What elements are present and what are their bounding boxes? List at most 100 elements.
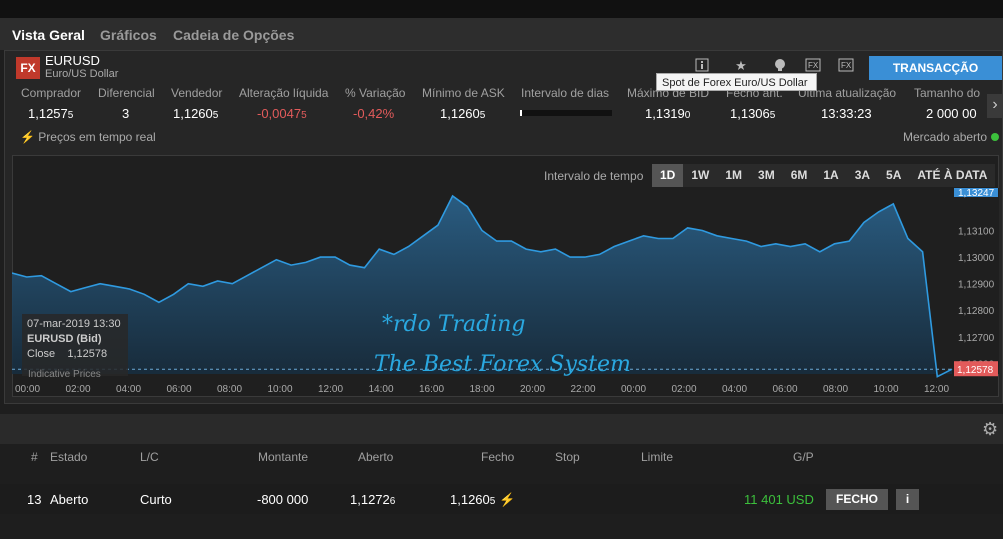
pos-header-side: L/C: [140, 450, 159, 464]
fx-alt-icon[interactable]: FX: [838, 58, 854, 74]
pos-header-open: Aberto: [358, 450, 394, 464]
close-position-button[interactable]: FECHO: [826, 489, 888, 510]
max-bid-value: 1,13190: [645, 106, 691, 121]
pos-side: Curto: [140, 492, 172, 507]
position-info-button[interactable]: i: [896, 489, 919, 510]
prev-close-value: 1,13065: [730, 106, 776, 121]
pos-header-close: Fecho: [481, 450, 515, 464]
interval-1w[interactable]: 1W: [683, 164, 718, 187]
watermark-line-2: The Best Forex System: [374, 352, 631, 377]
tab-options-chain[interactable]: Cadeia de Opções: [173, 27, 294, 43]
transaction-button[interactable]: TRANSACÇÃO: [869, 56, 1002, 80]
last-update-value: 13:33:23: [821, 106, 872, 121]
pos-amount: -800 000: [257, 492, 309, 507]
spread-value: 3: [122, 106, 130, 121]
quote-header-bid: Comprador: [21, 86, 82, 100]
x-tick-label: 12:00: [318, 384, 343, 395]
interval-1m[interactable]: 1M: [717, 164, 751, 187]
instrument-symbol: EURUSD: [45, 53, 100, 68]
instrument-description: Euro/US Dollar: [45, 68, 119, 80]
x-tick-label: 02:00: [66, 384, 91, 395]
top-price-label: 1,13247: [958, 188, 995, 199]
realtime-status: ⚡ Preços em tempo real: [20, 130, 156, 144]
x-tick-label: 04:00: [722, 384, 747, 395]
hover-info-box: 07-mar-2019 13:30 EURUSD (Bid) Close 1,1…: [22, 314, 128, 376]
x-tick-label: 14:00: [369, 384, 394, 395]
svg-text:FX: FX: [841, 61, 852, 70]
interval-3m[interactable]: 3M: [750, 164, 783, 187]
bolt-icon: ⚡: [498, 492, 516, 507]
x-tick-label: 04:00: [116, 384, 141, 395]
top-strip: [0, 0, 1003, 18]
y-tick-label: 1,13100: [958, 227, 995, 238]
quote-header-pct-change: % Variação: [345, 86, 406, 100]
interval-label: Intervalo de tempo: [544, 169, 644, 183]
pct-change-value: -0,42%: [353, 106, 395, 121]
market-status: Mercado aberto: [903, 130, 1000, 144]
x-tick-label: 06:00: [773, 384, 798, 395]
chevron-right-icon[interactable]: ›: [987, 94, 1003, 118]
quote-header-size: Tamanho do: [914, 86, 981, 100]
interval-3a[interactable]: 3A: [846, 164, 879, 187]
x-tick-label: 12:00: [924, 384, 949, 395]
tab-charts[interactable]: Gráficos: [100, 27, 157, 43]
interval-ytd[interactable]: ATÉ À DATA: [909, 164, 996, 187]
interval-1a[interactable]: 1A: [815, 164, 847, 187]
day-range-marker: [520, 110, 522, 116]
x-tick-label: 08:00: [823, 384, 848, 395]
x-tick-label: 00:00: [621, 384, 646, 395]
svg-text:FX: FX: [808, 61, 819, 70]
bid-value: 1,12575: [28, 106, 74, 121]
y-tick-label: 1,12900: [958, 280, 995, 291]
pos-close: 1,12605 ⚡: [450, 492, 516, 507]
quote-header-spread: Diferencial: [98, 86, 155, 100]
size-value: 2 000 00: [926, 106, 977, 121]
pos-header-stop: Stop: [555, 450, 580, 464]
alert-icon[interactable]: [772, 58, 788, 74]
x-tick-label: 08:00: [217, 384, 242, 395]
pos-header-amount: Montante: [258, 450, 309, 464]
interval-buttons: 1D 1W 1M 3M 6M 1A 3A 5A ATÉ À DATA: [652, 164, 996, 187]
pos-header-id: #: [31, 450, 38, 464]
x-tick-label: 10:00: [874, 384, 899, 395]
hover-datetime: 07-mar-2019 13:30: [27, 318, 121, 330]
x-tick-label: 22:00: [571, 384, 596, 395]
tooltip: Spot de Forex Euro/US Dollar: [656, 73, 817, 91]
indicative-prices-note: Indicative Prices: [28, 369, 101, 380]
pos-open: 1,12726: [350, 492, 396, 507]
x-tick-label: 00:00: [15, 384, 40, 395]
pos-state: Aberto: [50, 492, 89, 507]
x-tick-label: 18:00: [470, 384, 495, 395]
pos-id: 13: [27, 492, 42, 507]
star-icon[interactable]: ★: [733, 58, 749, 74]
pos-pnl: 11 401 USD: [744, 492, 814, 507]
quote-header-net-change: Alteração líquida: [239, 86, 329, 100]
x-axis: 00:00 02:00 04:00 06:00 08:00 10:00 12:00 14:00…: [15, 384, 949, 395]
quote-header-day-range: Intervalo de dias: [521, 86, 610, 100]
interval-5a[interactable]: 5A: [878, 164, 910, 187]
fx-badge: FX: [16, 57, 40, 79]
pos-header-limit: Limite: [641, 450, 674, 464]
price-area: [12, 196, 952, 377]
day-range-bar: [520, 110, 612, 116]
interval-6m[interactable]: 6M: [782, 164, 816, 187]
watermark-line-1: *rdo Trading: [382, 312, 526, 337]
hover-close: Close 1,12578: [27, 348, 108, 360]
x-tick-label: 06:00: [167, 384, 192, 395]
pos-header-pnl: G/P: [793, 450, 814, 464]
plot-area: [12, 194, 953, 378]
tab-bar: Vista Geral Gráficos Cadeia de Opções: [0, 18, 1003, 50]
info-icon[interactable]: [694, 58, 710, 74]
y-tick-label: 1,13000: [958, 253, 995, 264]
quote-header-min-ask: Mínimo de ASK: [422, 86, 505, 100]
interval-1d[interactable]: 1D: [652, 164, 684, 187]
x-tick-label: 20:00: [520, 384, 545, 395]
hover-series: EURUSD (Bid): [27, 333, 102, 345]
y-tick-label: 1,12800: [958, 306, 995, 317]
ask-value: 1,12605: [173, 106, 219, 121]
tab-overview[interactable]: Vista Geral: [12, 27, 85, 43]
fx-icon[interactable]: FX: [805, 58, 821, 74]
gear-icon[interactable]: ⚙: [982, 419, 998, 440]
positions-toolbar: [0, 414, 1003, 444]
bolt-icon: ⚡: [20, 130, 35, 144]
